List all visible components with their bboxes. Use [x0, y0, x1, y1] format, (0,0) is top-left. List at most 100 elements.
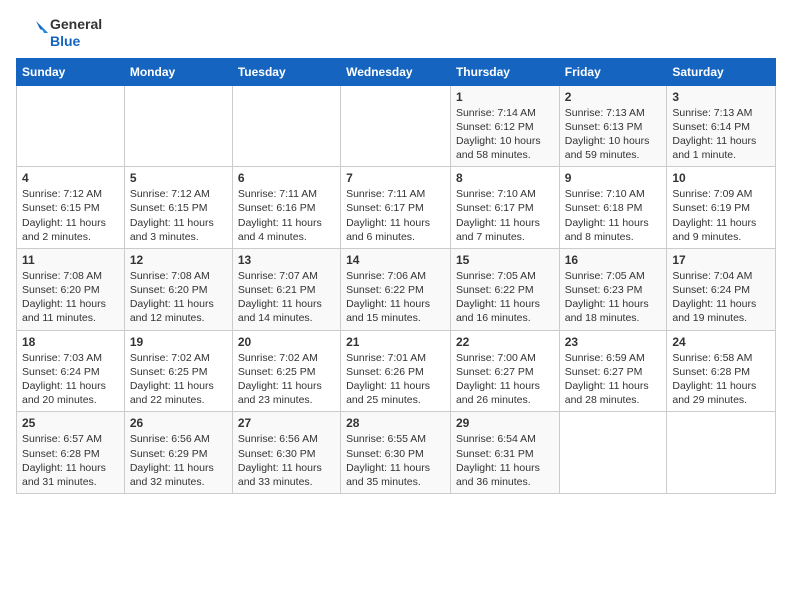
day-info: Sunrise: 7:09 AM Sunset: 6:19 PM Dayligh…	[672, 187, 770, 244]
day-number: 13	[238, 253, 335, 267]
day-info: Sunrise: 7:12 AM Sunset: 6:15 PM Dayligh…	[130, 187, 227, 244]
calendar-cell: 14 Sunrise: 7:06 AM Sunset: 6:22 PM Dayli…	[341, 248, 451, 330]
day-info: Sunrise: 7:13 AM Sunset: 6:14 PM Dayligh…	[672, 106, 770, 163]
day-number: 20	[238, 335, 335, 349]
day-info: Sunrise: 7:02 AM Sunset: 6:25 PM Dayligh…	[130, 351, 227, 408]
calendar-cell	[341, 85, 451, 167]
calendar-cell: 20 Sunrise: 7:02 AM Sunset: 6:25 PM Dayli…	[232, 330, 340, 412]
day-number: 4	[22, 171, 119, 185]
calendar-week-row: 25 Sunrise: 6:57 AM Sunset: 6:28 PM Dayli…	[17, 412, 776, 494]
col-header-monday: Monday	[124, 58, 232, 85]
col-header-saturday: Saturday	[667, 58, 776, 85]
day-info: Sunrise: 7:07 AM Sunset: 6:21 PM Dayligh…	[238, 269, 335, 326]
day-info: Sunrise: 7:12 AM Sunset: 6:15 PM Dayligh…	[22, 187, 119, 244]
calendar-cell: 21Sunrise: 7:01 AM Sunset: 6:26 PM Dayli…	[341, 330, 451, 412]
col-header-friday: Friday	[559, 58, 667, 85]
calendar-cell: 10 Sunrise: 7:09 AM Sunset: 6:19 PM Dayli…	[667, 167, 776, 249]
day-info: Sunrise: 6:56 AM Sunset: 6:30 PM Dayligh…	[238, 432, 335, 489]
day-number: 28	[346, 416, 445, 430]
day-info: Sunrise: 7:11 AM Sunset: 6:17 PM Dayligh…	[346, 187, 445, 244]
day-number: 29	[456, 416, 554, 430]
day-info: Sunrise: 7:03 AM Sunset: 6:24 PM Dayligh…	[22, 351, 119, 408]
day-number: 27	[238, 416, 335, 430]
calendar-cell: 11Sunrise: 7:08 AM Sunset: 6:20 PM Dayli…	[17, 248, 125, 330]
calendar-cell: 23 Sunrise: 6:59 AM Sunset: 6:27 PM Dayli…	[559, 330, 667, 412]
day-number: 6	[238, 171, 335, 185]
logo-blue-text: Blue	[50, 33, 102, 50]
calendar-cell	[124, 85, 232, 167]
calendar-cell: 3 Sunrise: 7:13 AM Sunset: 6:14 PM Daylig…	[667, 85, 776, 167]
day-number: 1	[456, 90, 554, 104]
col-header-tuesday: Tuesday	[232, 58, 340, 85]
day-info: Sunrise: 7:11 AM Sunset: 6:16 PM Dayligh…	[238, 187, 335, 244]
calendar-cell	[232, 85, 340, 167]
calendar-cell: 13 Sunrise: 7:07 AM Sunset: 6:21 PM Dayli…	[232, 248, 340, 330]
calendar-cell: 7 Sunrise: 7:11 AM Sunset: 6:17 PM Daylig…	[341, 167, 451, 249]
calendar-cell: 24 Sunrise: 6:58 AM Sunset: 6:28 PM Dayli…	[667, 330, 776, 412]
calendar-header-row: SundayMondayTuesdayWednesdayThursdayFrid…	[17, 58, 776, 85]
day-info: Sunrise: 7:01 AM Sunset: 6:26 PM Dayligh…	[346, 351, 445, 408]
calendar-cell: 16 Sunrise: 7:05 AM Sunset: 6:23 PM Dayli…	[559, 248, 667, 330]
day-info: Sunrise: 6:59 AM Sunset: 6:27 PM Dayligh…	[565, 351, 662, 408]
calendar-cell: 6 Sunrise: 7:11 AM Sunset: 6:16 PM Daylig…	[232, 167, 340, 249]
day-number: 26	[130, 416, 227, 430]
calendar-cell: 5 Sunrise: 7:12 AM Sunset: 6:15 PM Daylig…	[124, 167, 232, 249]
day-number: 10	[672, 171, 770, 185]
calendar-week-row: 1 Sunrise: 7:14 AM Sunset: 6:12 PM Daylig…	[17, 85, 776, 167]
calendar-cell	[559, 412, 667, 494]
calendar-cell: 12 Sunrise: 7:08 AM Sunset: 6:20 PM Dayli…	[124, 248, 232, 330]
day-number: 11	[22, 253, 119, 267]
calendar-week-row: 18 Sunrise: 7:03 AM Sunset: 6:24 PM Dayli…	[17, 330, 776, 412]
day-info: Sunrise: 7:10 AM Sunset: 6:18 PM Dayligh…	[565, 187, 662, 244]
day-number: 15	[456, 253, 554, 267]
calendar-cell: 26 Sunrise: 6:56 AM Sunset: 6:29 PM Dayli…	[124, 412, 232, 494]
calendar-cell: 25 Sunrise: 6:57 AM Sunset: 6:28 PM Dayli…	[17, 412, 125, 494]
day-info: Sunrise: 7:14 AM Sunset: 6:12 PM Dayligh…	[456, 106, 554, 163]
calendar-cell: 8Sunrise: 7:10 AM Sunset: 6:17 PM Daylig…	[450, 167, 559, 249]
day-info: Sunrise: 7:10 AM Sunset: 6:17 PM Dayligh…	[456, 187, 554, 244]
day-number: 16	[565, 253, 662, 267]
calendar-cell: 28 Sunrise: 6:55 AM Sunset: 6:30 PM Dayli…	[341, 412, 451, 494]
day-info: Sunrise: 7:08 AM Sunset: 6:20 PM Dayligh…	[130, 269, 227, 326]
day-info: Sunrise: 7:00 AM Sunset: 6:27 PM Dayligh…	[456, 351, 554, 408]
calendar-cell: 18 Sunrise: 7:03 AM Sunset: 6:24 PM Dayli…	[17, 330, 125, 412]
calendar-cell: 9 Sunrise: 7:10 AM Sunset: 6:18 PM Daylig…	[559, 167, 667, 249]
calendar-week-row: 4 Sunrise: 7:12 AM Sunset: 6:15 PM Daylig…	[17, 167, 776, 249]
calendar-cell: 2 Sunrise: 7:13 AM Sunset: 6:13 PM Daylig…	[559, 85, 667, 167]
day-info: Sunrise: 6:54 AM Sunset: 6:31 PM Dayligh…	[456, 432, 554, 489]
day-number: 2	[565, 90, 662, 104]
calendar-cell	[667, 412, 776, 494]
calendar-cell: 27 Sunrise: 6:56 AM Sunset: 6:30 PM Dayli…	[232, 412, 340, 494]
day-info: Sunrise: 6:58 AM Sunset: 6:28 PM Dayligh…	[672, 351, 770, 408]
day-info: Sunrise: 7:05 AM Sunset: 6:22 PM Dayligh…	[456, 269, 554, 326]
day-info: Sunrise: 7:06 AM Sunset: 6:22 PM Dayligh…	[346, 269, 445, 326]
day-info: Sunrise: 7:05 AM Sunset: 6:23 PM Dayligh…	[565, 269, 662, 326]
calendar-cell: 19 Sunrise: 7:02 AM Sunset: 6:25 PM Dayli…	[124, 330, 232, 412]
day-number: 23	[565, 335, 662, 349]
day-info: Sunrise: 7:02 AM Sunset: 6:25 PM Dayligh…	[238, 351, 335, 408]
col-header-sunday: Sunday	[17, 58, 125, 85]
day-number: 3	[672, 90, 770, 104]
day-number: 25	[22, 416, 119, 430]
day-number: 18	[22, 335, 119, 349]
logo: General Blue	[16, 16, 102, 50]
day-info: Sunrise: 7:13 AM Sunset: 6:13 PM Dayligh…	[565, 106, 662, 163]
day-number: 24	[672, 335, 770, 349]
day-number: 9	[565, 171, 662, 185]
col-header-thursday: Thursday	[450, 58, 559, 85]
day-info: Sunrise: 7:04 AM Sunset: 6:24 PM Dayligh…	[672, 269, 770, 326]
header: General Blue	[16, 16, 776, 50]
day-number: 19	[130, 335, 227, 349]
calendar-cell: 17Sunrise: 7:04 AM Sunset: 6:24 PM Dayli…	[667, 248, 776, 330]
day-number: 12	[130, 253, 227, 267]
calendar-cell: 1 Sunrise: 7:14 AM Sunset: 6:12 PM Daylig…	[450, 85, 559, 167]
day-info: Sunrise: 6:57 AM Sunset: 6:28 PM Dayligh…	[22, 432, 119, 489]
day-info: Sunrise: 6:56 AM Sunset: 6:29 PM Dayligh…	[130, 432, 227, 489]
calendar-table: SundayMondayTuesdayWednesdayThursdayFrid…	[16, 58, 776, 494]
day-number: 14	[346, 253, 445, 267]
day-number: 7	[346, 171, 445, 185]
day-info: Sunrise: 6:55 AM Sunset: 6:30 PM Dayligh…	[346, 432, 445, 489]
day-number: 5	[130, 171, 227, 185]
col-header-wednesday: Wednesday	[341, 58, 451, 85]
calendar-cell	[17, 85, 125, 167]
